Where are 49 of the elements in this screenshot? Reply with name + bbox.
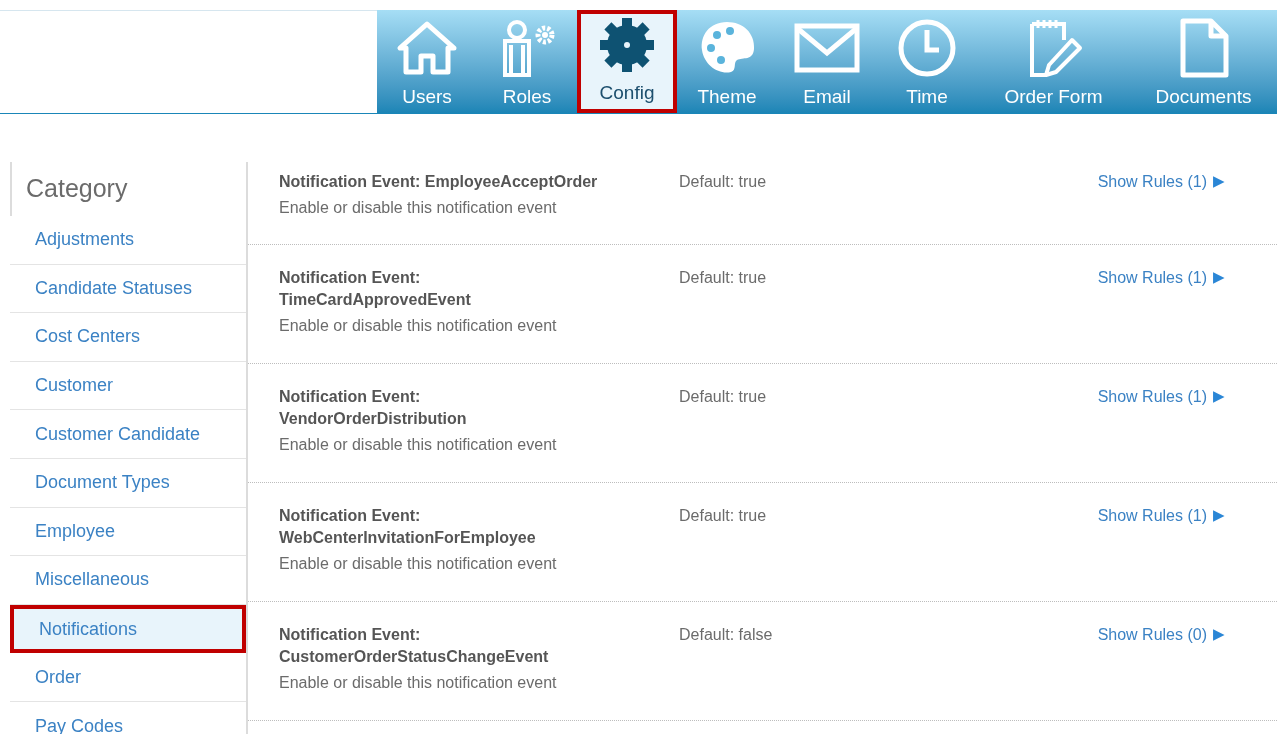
expand-arrow-icon[interactable]: ▶ [1213,171,1225,191]
event-description: Enable or disable this notification event [279,198,558,218]
show-rules-link[interactable]: Show Rules (1) [1097,267,1207,289]
event-description: Enable or disable this notification event [279,554,558,574]
show-rules-link[interactable]: Show Rules (1) [1097,171,1207,193]
event-description: Enable or disable this notification event [279,435,558,455]
default-value: Default: true [679,387,768,407]
event-description: Enable or disable this notification event [279,673,558,693]
default-value: Default: false [679,625,774,645]
nav-tab[interactable]: Email [777,10,877,113]
nav-tab[interactable]: Time [877,10,977,113]
event-title: Notification Event: EmployeeAcceptOrder [279,172,599,192]
show-rules-link[interactable]: Show Rules (0) [1097,624,1207,646]
house-icon [396,20,458,76]
category-item[interactable]: Customer [10,361,246,411]
show-rules-link[interactable]: Show Rules (1) [1097,505,1207,527]
event-title: Notification Event: CustomerOrderStatusChangeEvent [279,625,550,667]
default-value: Default: true [679,506,768,526]
category-item[interactable]: Miscellaneous [10,556,246,605]
category-item[interactable]: Employee [10,507,246,557]
expand-arrow-icon[interactable]: ▶ [1213,505,1225,525]
category-item[interactable]: Customer Candidate [10,410,246,459]
nav-tab[interactable]: Theme [677,10,777,113]
event-description: Enable or disable this notification event [279,316,558,336]
category-item[interactable]: Cost Centers [10,313,246,362]
category-item[interactable]: Order [10,653,246,702]
category-item[interactable]: Adjustments [10,216,246,265]
nav-tab[interactable]: Config [577,10,677,113]
gear-icon [597,15,657,74]
event-title: Notification Event: VendorOrderDistribution [279,387,468,429]
nav-tab[interactable]: Documents [1130,10,1277,113]
default-value: Default: true [679,268,768,288]
expand-arrow-icon[interactable]: ▶ [1213,267,1225,287]
category-item[interactable]: Document Types [10,458,246,508]
expand-arrow-icon[interactable]: ▶ [1213,386,1225,406]
default-value: Default: true [679,172,768,192]
category-item[interactable]: Notifications [10,604,246,654]
event-title: Notification Event: WebCenterInvitationForEmployee [279,506,537,548]
document-icon [1178,18,1229,78]
nav-tab[interactable]: Users [377,10,477,113]
envelope-icon [794,23,860,73]
expand-arrow-icon[interactable]: ▶ [1213,624,1225,644]
category-heading: Category [10,162,246,216]
event-title: Notification Event: TimeCardApprovedEvent [279,268,472,310]
nav-tab[interactable]: Roles [477,10,577,113]
clock-icon [897,18,957,78]
category-item[interactable]: Candidate Statuses [10,264,246,314]
show-rules-link[interactable]: Show Rules (1) [1097,386,1207,408]
nav-tab[interactable]: Order Form [977,10,1130,113]
